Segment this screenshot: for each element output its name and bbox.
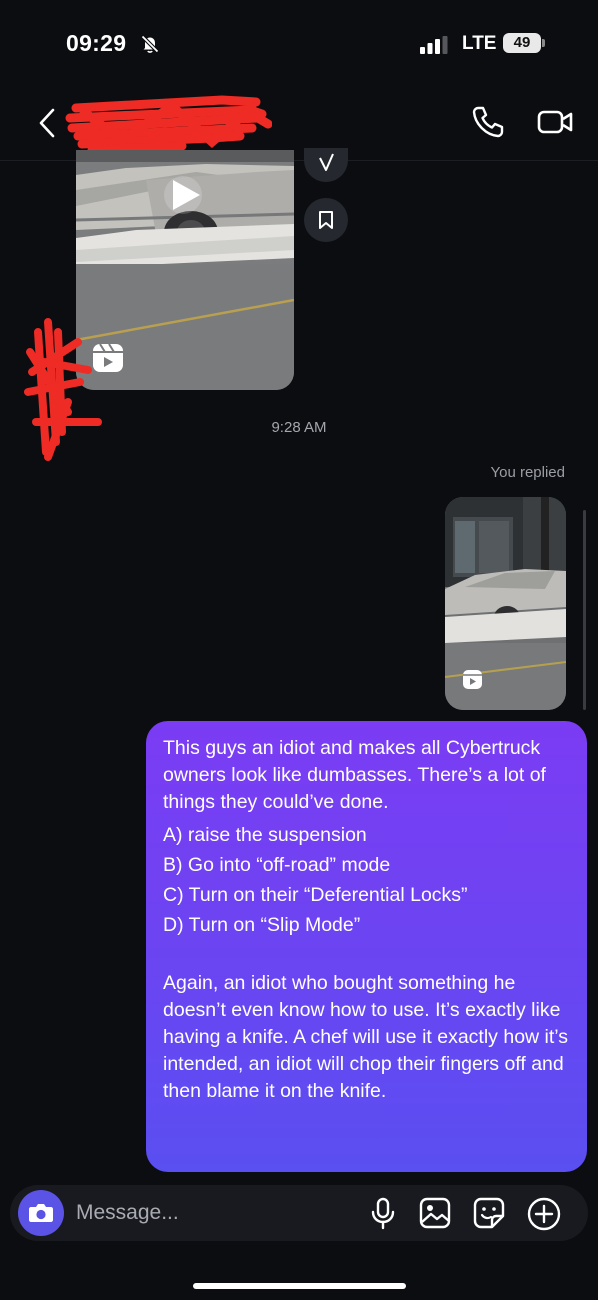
call-icon[interactable] — [470, 104, 506, 140]
message-intro: This guys an idiot and makes all Cybertr… — [163, 737, 546, 814]
message-options-list: A) raise the suspension B) Go into “off-… — [163, 820, 569, 940]
camera-icon — [29, 1204, 53, 1222]
received-reel-thumbnail[interactable] — [76, 150, 294, 390]
save-button[interactable] — [304, 198, 348, 242]
share-button[interactable] — [304, 148, 348, 182]
reply-label: You replied — [490, 464, 565, 481]
message-timestamp: 9:28 AM — [271, 419, 327, 436]
bell-off-icon — [141, 35, 159, 53]
network-label: LTE — [462, 33, 497, 54]
message-option: B) Go into “off-road” mode — [163, 853, 391, 876]
sent-reel-thumbnail[interactable] — [445, 497, 566, 710]
message-closing: Again, an idiot who bought something he … — [163, 971, 569, 1103]
message-option: C) Turn on their “Deferential Locks” — [163, 883, 468, 906]
message-option: A) raise the suspension — [163, 823, 367, 846]
battery-cap — [542, 39, 545, 47]
battery-indicator: 49 — [503, 33, 541, 53]
share-icon — [319, 153, 334, 171]
add-icon[interactable] — [526, 1196, 562, 1232]
signal-icon — [420, 36, 448, 54]
video-icon[interactable] — [536, 104, 574, 140]
camera-button[interactable] — [18, 1190, 64, 1236]
redacted-contact-name[interactable] — [62, 88, 272, 154]
scrollbar-thumb[interactable] — [583, 510, 586, 710]
redacted-sender-avatar — [24, 318, 102, 461]
sent-message-bubble[interactable]: This guys an idiot and makes all Cybertr… — [146, 721, 587, 1172]
status-time: 09:29 — [66, 30, 127, 56]
message-option: D) Turn on “Slip Mode” — [163, 913, 361, 936]
gallery-icon[interactable] — [418, 1196, 452, 1230]
back-icon[interactable] — [36, 106, 60, 140]
home-indicator[interactable] — [193, 1283, 406, 1289]
message-input[interactable] — [76, 1199, 336, 1227]
reels-icon — [463, 670, 482, 689]
sticker-icon[interactable] — [472, 1196, 506, 1230]
bookmark-icon — [319, 211, 333, 229]
mic-icon[interactable] — [368, 1196, 398, 1230]
